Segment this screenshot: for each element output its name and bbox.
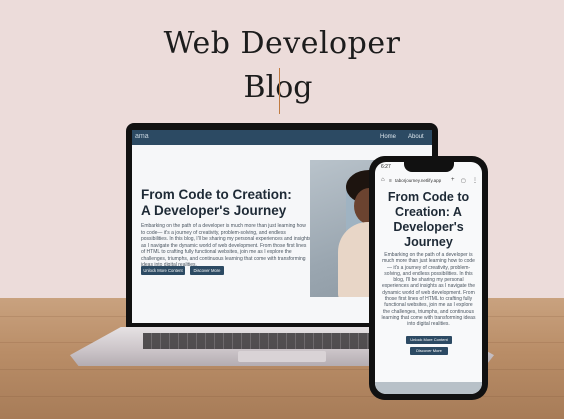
hero-title: From Code to Creation: A Developer's Jou… (141, 187, 292, 218)
headline-line1: Web Developer (163, 26, 401, 61)
discover-more-button[interactable]: Discover More (190, 266, 224, 275)
phone-notch (404, 162, 454, 172)
phone-next-section (375, 382, 482, 394)
phone-discover-more-button[interactable]: Discover More (410, 347, 448, 355)
nav-home-link[interactable]: Home (380, 134, 396, 140)
add-tab-icon[interactable]: + (451, 177, 455, 183)
phone-hero-title: From Code to Creation: A Developer's Jou… (387, 190, 470, 249)
nav-about-link[interactable]: About (408, 134, 424, 140)
browser-url[interactable]: taborjourney.netlify.app (395, 178, 441, 183)
menu-icon[interactable]: ⋮ (472, 177, 478, 184)
phone-status-time: 6:27 (381, 164, 391, 170)
headline-divider (279, 68, 280, 114)
hero-text: Embarking on the path of a developer is … (141, 223, 311, 268)
site-navbar: ama Home About (132, 130, 432, 145)
headline-line2: Blog (243, 70, 313, 105)
tune-icon[interactable]: ≡ (389, 178, 392, 184)
unlock-content-button[interactable]: Unlock More Content (141, 266, 185, 275)
home-icon[interactable]: ⌂ (381, 177, 385, 183)
site-logo[interactable]: ama (135, 133, 149, 140)
phone-screen: 6:27 ⌂ ≡ taborjourney.netlify.app + ▢ ⋮ … (375, 162, 482, 394)
phone-hero-text: Embarking on the path of a developer is … (381, 252, 476, 328)
browser-url-bar[interactable]: ⌂ ≡ taborjourney.netlify.app + ▢ ⋮ (379, 176, 478, 186)
phone-unlock-content-button[interactable]: Unlock More Content (406, 336, 452, 344)
laptop-trackpad (238, 351, 326, 362)
tabs-icon[interactable]: ▢ (461, 178, 466, 184)
